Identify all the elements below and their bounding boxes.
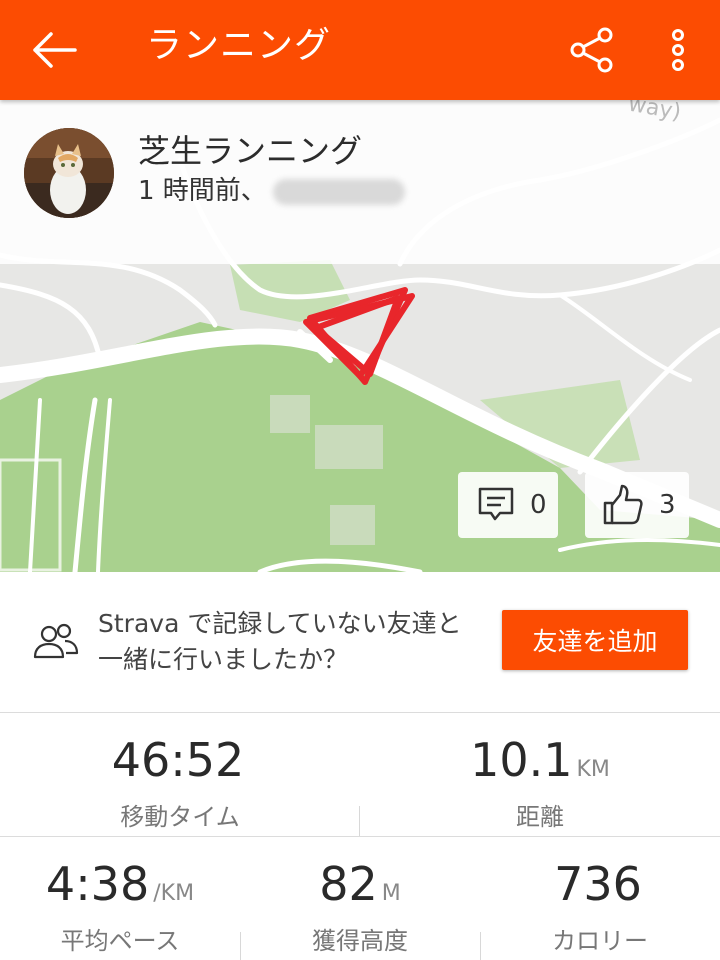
distance-label: 距離	[516, 803, 564, 831]
kudos-count: 3	[659, 490, 676, 520]
calories-label: カロリー	[552, 927, 648, 955]
moving-time-label: 移動タイム	[120, 803, 240, 831]
add-friends-button[interactable]: 友達を追加	[502, 610, 688, 670]
avatar[interactable]	[24, 128, 114, 218]
distance-value: 10.1	[470, 733, 573, 787]
avg-pace-label: 平均ペース	[60, 927, 180, 955]
stat-divider	[480, 932, 481, 960]
stats-row-primary: 46:52 移動タイム 10.1 KM 距離	[0, 712, 720, 837]
friends-prompt-text: Strava で記録していない友達と一緒に行いましたか？	[98, 609, 462, 674]
calories-value: 736	[554, 857, 642, 911]
elevation-label: 獲得高度	[312, 927, 408, 955]
stat-divider	[359, 806, 360, 836]
avg-pace-value: 4:38	[45, 857, 150, 911]
blurred-location	[272, 178, 405, 205]
stat-avg-pace: 4:38/KM 平均ペース	[0, 856, 240, 958]
comment-icon	[478, 487, 514, 521]
stat-divider	[240, 932, 241, 960]
app-bar: ランニング	[0, 0, 720, 100]
stat-calories: 736 カロリー	[480, 856, 720, 958]
elevation-value: 82	[319, 857, 378, 911]
activity-map[interactable]: 芝生ランニング 1 時間前、 way) 0 3	[0, 100, 720, 572]
share-icon[interactable]	[562, 20, 622, 80]
thumbs-up-icon	[603, 484, 643, 525]
stats-row-secondary: 4:38/KM 平均ペース 82 M 獲得高度 736 カロリー	[0, 836, 720, 960]
stat-moving-time: 46:52 移動タイム	[60, 732, 300, 834]
activity-time: 1 時間前、	[138, 176, 267, 206]
avg-pace-unit: /KM	[153, 881, 195, 906]
kudos-button[interactable]: 3	[585, 472, 689, 538]
stat-distance: 10.1 KM 距離	[420, 732, 660, 834]
page-title: ランニング	[146, 25, 332, 66]
map-street-label: way)	[626, 100, 683, 126]
comments-button[interactable]: 0	[458, 472, 558, 538]
back-arrow-icon[interactable]	[26, 22, 82, 78]
activity-meta: 1 時間前、	[138, 170, 405, 207]
distance-unit: KM	[576, 757, 610, 782]
more-vertical-icon[interactable]	[648, 20, 708, 80]
activity-name[interactable]: 芝生ランニング	[138, 126, 362, 172]
add-friends-section: Strava で記録していない友達と一緒に行いましたか？ 友達を追加	[0, 572, 720, 713]
moving-time-value: 46:52	[111, 733, 245, 787]
athlete-panel[interactable]: 芝生ランニング 1 時間前、 way)	[0, 100, 720, 264]
comments-count: 0	[530, 490, 547, 520]
elevation-unit: M	[381, 881, 401, 906]
stat-elevation-gain: 82 M 獲得高度	[240, 856, 480, 958]
friends-icon	[33, 623, 79, 659]
